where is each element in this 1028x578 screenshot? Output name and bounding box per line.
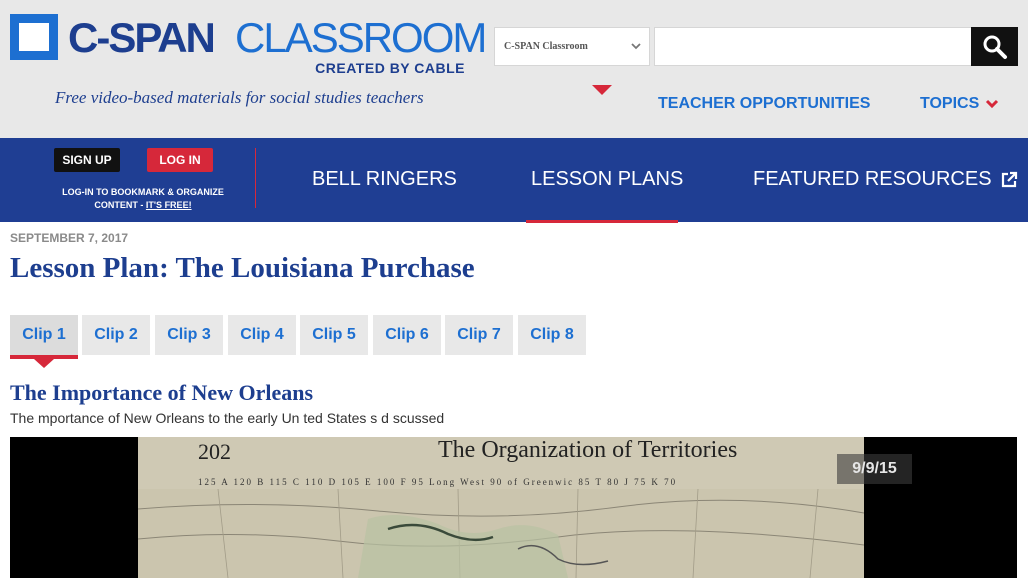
tab-clip-6[interactable]: Clip 6 <box>373 315 441 355</box>
nav-item-featured-resources[interactable]: FEATURED RESOURCES <box>753 168 1018 191</box>
tab-clip-5[interactable]: Clip 5 <box>300 315 368 355</box>
map-scale-row: 125 A 120 B 115 C 110 D 105 E 100 F 95 L… <box>198 477 678 487</box>
site-tagline: Free video-based materials for social st… <box>55 88 424 107</box>
nav-item-bell-ringers[interactable]: BELL RINGERS <box>312 168 457 191</box>
publish-date: SEPTEMBER 7, 2017 <box>10 231 129 245</box>
tab-clip-1[interactable]: Clip 1 <box>10 315 78 355</box>
search-icon <box>983 35 1007 59</box>
search-button[interactable] <box>971 27 1018 66</box>
site-header: C-SPAN CLASSROOM CREATED BY CABLE Free v… <box>0 0 1028 138</box>
nav-item-featured-label: FEATURED RESOURCES <box>753 168 992 190</box>
map-page-number: 202 <box>198 439 231 464</box>
tab-clip-2[interactable]: Clip 2 <box>82 315 150 355</box>
chevron-down-icon <box>631 43 641 50</box>
logo-square-icon <box>10 14 58 60</box>
cspan-classroom-logo[interactable]: C-SPAN CLASSROOM CREATED BY CABLE <box>10 14 487 76</box>
main-nav: SIGN UP LOG IN LOG-IN TO BOOKMARK & ORGA… <box>0 138 1028 223</box>
tab-clip-3[interactable]: Clip 3 <box>155 315 223 355</box>
nav-active-caret <box>592 85 612 95</box>
topics-menu[interactable]: TOPICS <box>920 95 999 113</box>
clip-description: The mportance of New Orleans to the earl… <box>10 410 445 426</box>
external-link-icon <box>1001 171 1017 187</box>
nav-active-indicator <box>526 220 678 223</box>
tab-clip-4[interactable]: Clip 4 <box>228 315 296 355</box>
video-date-stamp: 9/9/15 <box>837 454 912 484</box>
its-free-link[interactable]: IT'S FREE! <box>146 200 192 210</box>
tab-clip-8[interactable]: Clip 8 <box>518 315 586 355</box>
nav-item-lesson-plans[interactable]: LESSON PLANS <box>531 168 683 191</box>
login-note: LOG-IN TO BOOKMARK & ORGANIZE CONTENT - … <box>44 186 242 212</box>
search-input[interactable] <box>654 27 972 66</box>
sign-up-button[interactable]: SIGN UP <box>54 148 120 172</box>
login-note-text: LOG-IN TO BOOKMARK & ORGANIZE CONTENT - <box>62 187 224 210</box>
logo-byline: CREATED BY CABLE <box>315 60 465 76</box>
log-in-button[interactable]: LOG IN <box>147 148 213 172</box>
historical-map-image <box>138 489 864 578</box>
site-select-dropdown[interactable]: C-SPAN Classroom <box>494 27 650 66</box>
video-frame-map: 202 The Organization of Territories 125 … <box>138 437 864 578</box>
chevron-down-icon <box>986 99 999 109</box>
clip-active-caret <box>34 359 54 368</box>
logo-brand-classroom: CLASSROOM <box>235 14 487 61</box>
topics-label: TOPICS <box>920 95 980 112</box>
map-heading: The Organization of Territories <box>438 437 738 463</box>
site-select-value: C-SPAN Classroom <box>504 41 588 52</box>
logo-brand-cspan: C-SPAN <box>68 14 216 61</box>
teacher-opportunities-link[interactable]: TEACHER OPPORTUNITIES <box>658 95 870 113</box>
page-title: Lesson Plan: The Louisiana Purchase <box>10 252 475 284</box>
clip-title: The Importance of New Orleans <box>10 380 314 405</box>
nav-divider <box>255 148 256 208</box>
tab-clip-7[interactable]: Clip 7 <box>445 315 513 355</box>
video-player[interactable]: 202 The Organization of Territories 125 … <box>10 437 1017 578</box>
